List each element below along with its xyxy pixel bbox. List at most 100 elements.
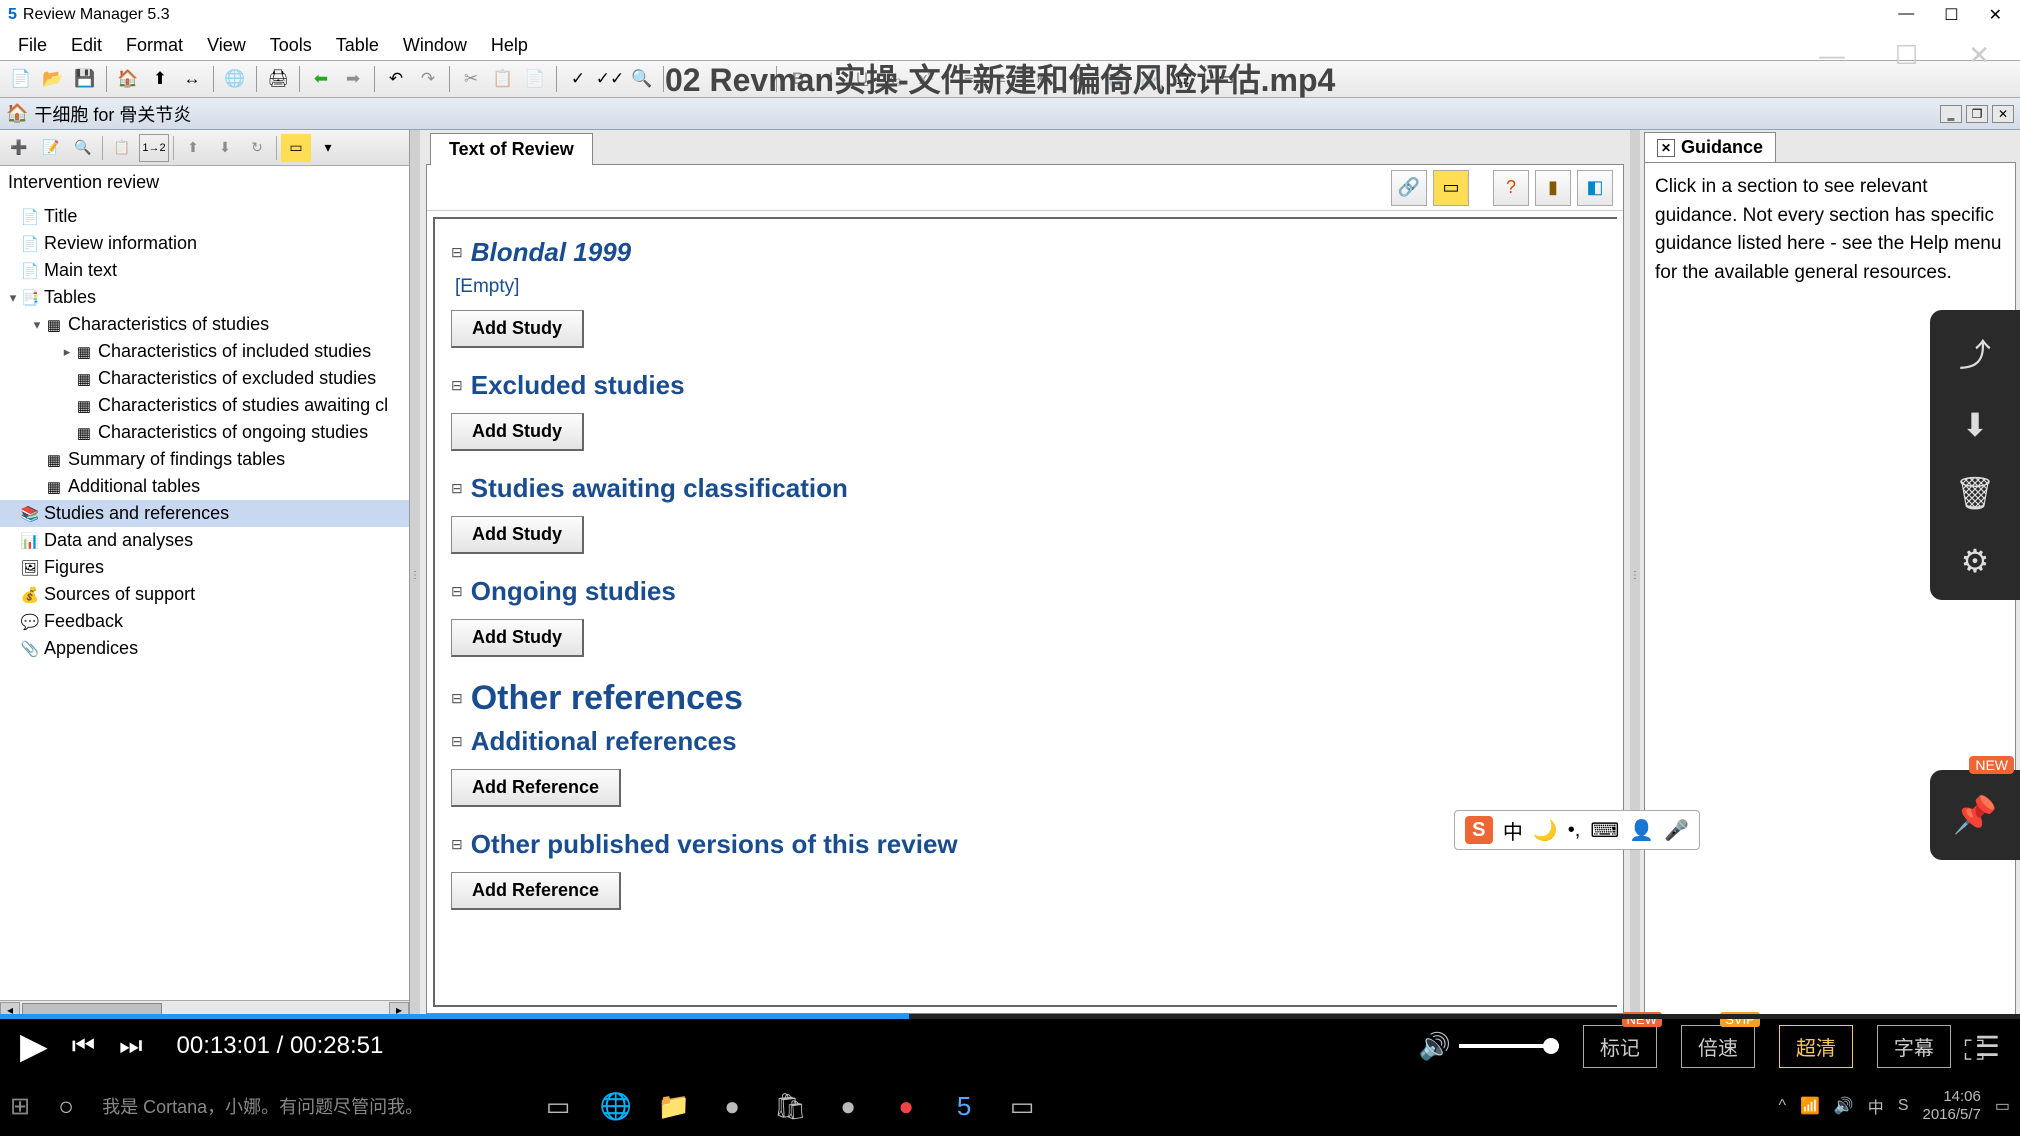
add-study-button[interactable]: Add Study <box>451 413 584 451</box>
tree-item[interactable]: ▦Characteristics of excluded studies <box>0 365 409 392</box>
collapse-icon[interactable]: ⊟ <box>451 690 463 707</box>
ime-mic-icon[interactable]: 🎤 <box>1664 818 1689 843</box>
ime-lang[interactable]: 中 <box>1503 816 1523 845</box>
print-icon[interactable]: 🖨 <box>263 64 293 94</box>
guidance-close-icon[interactable]: ✕ <box>1657 139 1675 157</box>
ime-user-icon[interactable]: 👤 <box>1629 818 1654 843</box>
undo-icon[interactable]: ↶ <box>381 64 411 94</box>
tree-item[interactable]: 🖼Figures <box>0 554 409 581</box>
tray-sound-icon[interactable]: 🔊 <box>1834 1096 1854 1116</box>
speed-button[interactable]: SVIP 倍速 <box>1681 1025 1755 1068</box>
menu-window[interactable]: Window <box>391 32 479 59</box>
tray-app-icon[interactable]: S <box>1898 1097 1909 1115</box>
volume-control[interactable]: 🔊 <box>1419 1031 1559 1062</box>
tree-item[interactable]: 📄Review information <box>0 230 409 257</box>
play-button[interactable]: ▶ <box>20 1025 48 1067</box>
section-heading[interactable]: ⊟Blondal 1999 <box>451 237 1601 268</box>
download-icon[interactable]: ⬇ <box>1962 406 1989 444</box>
add-study-button[interactable]: Add Study <box>451 516 584 554</box>
open-icon[interactable]: 📂 <box>38 64 68 94</box>
doc-restore[interactable]: ❐ <box>1966 105 1988 123</box>
back-icon[interactable]: ⬅ <box>306 64 336 94</box>
validate-icon[interactable]: ✓✓ <box>595 64 625 94</box>
copy2-icon[interactable]: 📋 <box>107 134 137 162</box>
checkin-icon[interactable]: ⬆ <box>145 64 175 94</box>
overlay-maximize[interactable]: ☐ <box>1895 40 1918 71</box>
tray-ime[interactable]: 中 <box>1868 1094 1884 1118</box>
add-study-button[interactable]: Add Study <box>451 619 584 657</box>
track-icon[interactable]: 🔍 <box>627 64 657 94</box>
section-heading[interactable]: ⊟Other published versions of this review <box>451 829 1601 860</box>
splitter-right[interactable]: ⋮ <box>1630 130 1640 1020</box>
menu-file[interactable]: File <box>6 32 59 59</box>
app1-icon[interactable]: ● <box>710 1084 754 1128</box>
note-icon[interactable]: ▭ <box>281 134 311 162</box>
mark-button[interactable]: NEW 标记 <box>1583 1025 1657 1068</box>
refresh-icon[interactable]: ↻ <box>242 134 272 162</box>
start-button[interactable]: ⊞ <box>10 1092 30 1121</box>
minimize-button[interactable]: — <box>1898 5 1914 25</box>
ime-punct[interactable]: •, <box>1568 819 1581 842</box>
taskbar-clock[interactable]: 14:06 2016/5/7 <box>1922 1088 1980 1124</box>
add-reference-button[interactable]: Add Reference <box>451 769 621 807</box>
taskview-icon[interactable]: ▭ <box>536 1084 580 1128</box>
tab-text-of-review[interactable]: Text of Review <box>430 133 593 165</box>
down-icon[interactable]: ⬇ <box>210 134 240 162</box>
add-reference-button[interactable]: Add Reference <box>451 872 621 910</box>
checkout-icon[interactable]: 🏠 <box>113 64 143 94</box>
menu-help[interactable]: Help <box>479 32 540 59</box>
globe-icon[interactable]: 🌐 <box>220 64 250 94</box>
ct-book-icon[interactable]: ▮ <box>1535 170 1571 206</box>
tray-chevron-icon[interactable]: ^ <box>1778 1097 1786 1115</box>
cut-icon[interactable]: ✂ <box>456 64 486 94</box>
copy-icon[interactable]: 📋 <box>488 64 518 94</box>
floating-pin[interactable]: NEW 📌 <box>1930 770 2020 860</box>
tree-item[interactable]: ▦Characteristics of ongoing studies <box>0 419 409 446</box>
cortana-icon[interactable]: ○ <box>44 1084 88 1128</box>
edit-icon[interactable]: 📝 <box>36 134 66 162</box>
record-icon[interactable]: ● <box>884 1084 928 1128</box>
share-icon[interactable]: ⤴ <box>1959 330 1991 376</box>
prev-button[interactable]: ⏮ <box>72 1030 95 1062</box>
app3-icon[interactable]: ▭ <box>1000 1084 1044 1128</box>
section-heading[interactable]: ⊟Additional references <box>451 726 1601 757</box>
doc-close[interactable]: ✕ <box>1992 105 2014 123</box>
tree-item[interactable]: ▦Additional tables <box>0 473 409 500</box>
tray-notifications-icon[interactable]: ▭ <box>1995 1096 2010 1116</box>
tree-item[interactable]: 💬Feedback <box>0 608 409 635</box>
ct-link-icon[interactable]: 🔗 <box>1391 170 1427 206</box>
collapse-icon[interactable]: ⊟ <box>451 733 463 750</box>
add-icon[interactable]: ➕ <box>4 134 34 162</box>
ct-guidance-icon[interactable]: ◧ <box>1577 170 1613 206</box>
ime-toolbar[interactable]: S 中 🌙 •, ⌨ 👤 🎤 <box>1454 810 1700 850</box>
revman-task-icon[interactable]: 5 <box>942 1084 986 1128</box>
app2-icon[interactable]: ● <box>826 1084 870 1128</box>
tab-guidance[interactable]: ✕ Guidance <box>1644 132 1776 162</box>
tree-item[interactable]: 📚Studies and references <box>0 500 409 527</box>
collapse-icon[interactable]: ⊟ <box>451 377 463 394</box>
tree-item[interactable]: ▸▦Characteristics of included studies <box>0 338 409 365</box>
fullscreen-icon[interactable]: ⛶ <box>1964 1035 1984 1068</box>
close-button[interactable]: ✕ <box>1989 5 2002 25</box>
subtitle-button[interactable]: 字幕 <box>1877 1025 1951 1068</box>
paste-icon[interactable]: 📄 <box>520 64 550 94</box>
tree-item[interactable]: ▦Summary of findings tables <box>0 446 409 473</box>
up-icon[interactable]: ⬆ <box>178 134 208 162</box>
tree-item[interactable]: ▾📑Tables <box>0 284 409 311</box>
edge-icon[interactable]: 🌐 <box>594 1084 638 1128</box>
menu-tools[interactable]: Tools <box>258 32 324 59</box>
splitter-left[interactable]: ⋮ <box>410 130 420 1020</box>
video-progress[interactable] <box>0 1014 2020 1019</box>
tree-item[interactable]: ▾▦Characteristics of studies <box>0 311 409 338</box>
menu-table[interactable]: Table <box>324 32 391 59</box>
tree-item[interactable]: ▦Characteristics of studies awaiting cl <box>0 392 409 419</box>
maximize-button[interactable]: ☐ <box>1944 5 1958 25</box>
quality-button[interactable]: 超清 <box>1779 1025 1853 1068</box>
ime-moon-icon[interactable]: 🌙 <box>1533 818 1558 843</box>
tree-item[interactable]: 📎Appendices <box>0 635 409 662</box>
overlay-minimize[interactable]: — <box>1819 40 1845 71</box>
save-icon[interactable]: 💾 <box>70 64 100 94</box>
ime-keyboard-icon[interactable]: ⌨ <box>1590 818 1619 843</box>
find-icon[interactable]: 🔍 <box>68 134 98 162</box>
collapse-icon[interactable]: ⊟ <box>451 244 463 261</box>
